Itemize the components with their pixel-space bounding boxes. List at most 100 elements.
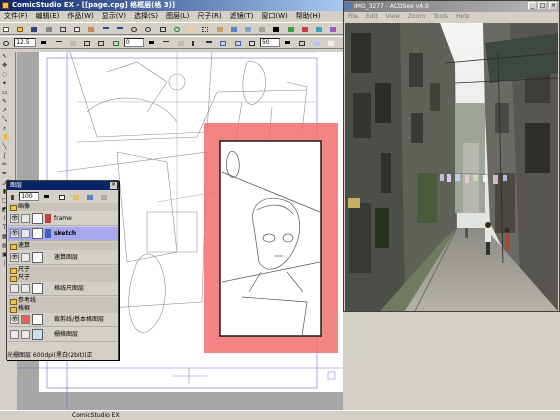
layer-row-sketch[interactable]: 👁 sketch [8,227,118,241]
line-tool-icon[interactable]: ╲ [1,142,8,150]
menu-filter[interactable]: 滤镜(T) [226,11,258,22]
close-icon[interactable]: × [110,182,117,189]
material-icon[interactable] [313,24,325,34]
opacity-field[interactable]: 50 [259,38,280,47]
opacity-icon[interactable] [245,38,257,48]
lock-icon[interactable] [21,284,30,293]
layer-panel-icon[interactable] [227,24,239,34]
menu-layer[interactable]: 图层(L) [162,11,193,22]
folder-frames[interactable]: 格框 [8,305,118,313]
info-icon[interactable] [284,24,296,34]
select-pen-icon[interactable]: ✎ [1,97,8,105]
color-icon[interactable] [270,24,282,34]
comicstudio-titlebar[interactable]: ComicStudio EX - [[page.cpg] 格框层(格 3)] [0,0,343,11]
menu-select[interactable]: 选择(S) [130,11,162,22]
curve-tool-icon[interactable]: ∫ [1,151,8,159]
layer-row-frame[interactable]: 👁 frame [8,212,118,226]
opacity-dropdown-icon[interactable] [282,38,294,48]
lasso-tool-icon[interactable]: ◌ [1,70,8,78]
pencil-tool-icon[interactable]: ✏ [1,160,8,168]
merge-layer-icon[interactable] [98,192,110,202]
new-layer-icon[interactable] [55,192,67,202]
new-folder-icon[interactable] [69,192,81,202]
transform-icon[interactable]: ⤡ [1,115,8,123]
ruler-icon[interactable] [213,24,225,34]
lock-icon[interactable] [21,330,30,339]
actual-size-icon[interactable] [95,38,107,48]
magic-wand-icon[interactable]: ✦ [1,79,8,87]
visibility-eye-icon[interactable]: 👁 [10,229,19,238]
zoom-icon[interactable]: ⌕ [1,124,8,132]
menu-view[interactable]: View [382,12,404,22]
zoom-field[interactable]: 12.5 [14,38,37,47]
guide-icon[interactable] [217,38,229,48]
hand-tool-icon[interactable]: ✋ [1,133,9,141]
transparency-icon[interactable] [324,38,336,48]
lock-icon[interactable] [21,253,30,262]
mask-icon[interactable] [310,38,322,48]
slider-icon[interactable] [52,38,64,48]
layer-palette-title[interactable]: 图层 [7,181,118,190]
zoom-dropdown-icon[interactable] [38,38,50,48]
close-icon[interactable]: × [549,2,558,10]
history-icon[interactable] [298,24,310,34]
layer-row-ruler[interactable]: 格线尺图层 [8,282,118,296]
pen-tool-icon[interactable]: ✒ [1,169,8,177]
visibility-eye-icon[interactable]: 👁 [10,253,19,262]
print-icon[interactable] [42,24,54,34]
menu-ruler[interactable]: 尺子(R) [193,11,225,22]
lock-icon[interactable] [21,229,30,238]
layer-property-icon[interactable] [84,192,96,202]
rotate-dropdown-icon[interactable] [146,38,158,48]
tool-options-icon[interactable] [256,24,268,34]
menu-file[interactable]: File [344,12,362,22]
snap-icon[interactable] [231,38,243,48]
fit-page-icon[interactable] [156,24,168,34]
menu-tools[interactable]: Tools [429,12,452,22]
flip-h-icon[interactable] [188,38,200,48]
minimize-icon[interactable]: _ [528,2,537,10]
open-folder-icon[interactable] [14,24,26,34]
menu-work[interactable]: 作品(W) [63,11,97,22]
rotate-slider-icon[interactable] [160,38,172,48]
layer-row-frame-border[interactable]: 👁 裁剪线/基本格图层 [8,313,118,327]
zoom-plus-icon[interactable] [66,38,78,48]
folder-speed[interactable]: 速算 [8,242,118,250]
menu-edit[interactable]: 编辑(E) [32,11,64,22]
property-icon[interactable] [327,24,339,34]
layer-menu-icon[interactable] [8,192,16,202]
menu-view[interactable]: 显示(V) [98,11,130,22]
object-select-icon[interactable]: ↗ [1,106,8,114]
lock-icon[interactable] [21,214,30,223]
folder-guides[interactable]: 参考线 [8,297,118,305]
zoom-in-icon[interactable] [128,24,140,34]
layer-row-grid[interactable]: 栅格图层 [8,328,118,342]
menu-window[interactable]: 窗口(W) [257,11,291,22]
move-tool-icon[interactable]: ✥ [1,61,8,69]
menu-edit[interactable]: Edit [362,12,382,22]
visibility-eye-icon[interactable]: 👁 [10,214,19,223]
folder-draft[interactable]: 画像 [8,203,118,211]
save-icon[interactable] [28,24,40,34]
paste-icon[interactable] [85,24,97,34]
folder-ruler[interactable]: 尺子 [8,266,118,274]
visibility-eye-icon[interactable] [10,284,19,293]
zoom-out-icon[interactable] [142,24,154,34]
hand-icon[interactable] [185,24,197,34]
street-photo[interactable] [345,23,558,311]
menu-file[interactable]: 文件(F) [0,11,32,22]
rotate-left-icon[interactable] [109,38,121,48]
layer-row-speed[interactable]: 👁 速算图层 [8,251,118,265]
zoom-tool-icon[interactable] [0,38,11,48]
acdsee-titlebar[interactable]: IMG_3277 - ACDSee v4.0 _ □ × [344,1,559,12]
flip-v-icon[interactable] [203,38,215,48]
grid-icon[interactable] [199,24,211,34]
layer-opacity-field[interactable]: 100 [19,192,40,201]
layer-opacity-dropdown-icon[interactable] [41,192,53,202]
navigator-icon[interactable] [241,24,253,34]
rect-select-icon[interactable]: ▭ [1,88,8,96]
lock-icon[interactable] [21,315,30,324]
undo-icon[interactable] [99,24,111,34]
maximize-icon[interactable]: □ [538,2,547,10]
menu-help[interactable]: Help [452,12,474,22]
